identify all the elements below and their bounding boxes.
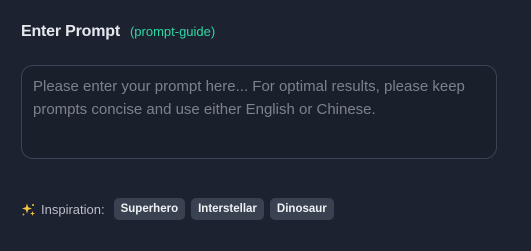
- inspiration-chip-interstellar[interactable]: Interstellar: [191, 198, 264, 220]
- inspiration-chip-dinosaur[interactable]: Dinosaur: [269, 198, 334, 220]
- inspiration-chip-superhero[interactable]: Superhero: [113, 198, 186, 220]
- prompt-input[interactable]: [22, 66, 496, 158]
- sparkle-icon: [22, 203, 35, 216]
- prompt-input-container: [21, 65, 497, 159]
- inspiration-chips: Superhero Interstellar Dinosaur: [113, 198, 340, 220]
- prompt-title: Enter Prompt: [21, 23, 120, 40]
- inspiration-label: Inspiration:: [41, 201, 105, 217]
- prompt-header: Enter Prompt (prompt-guide): [21, 23, 215, 41]
- inspiration-row: Inspiration: Superhero Interstellar Dino…: [21, 198, 340, 220]
- prompt-guide-link[interactable]: (prompt-guide): [130, 24, 215, 39]
